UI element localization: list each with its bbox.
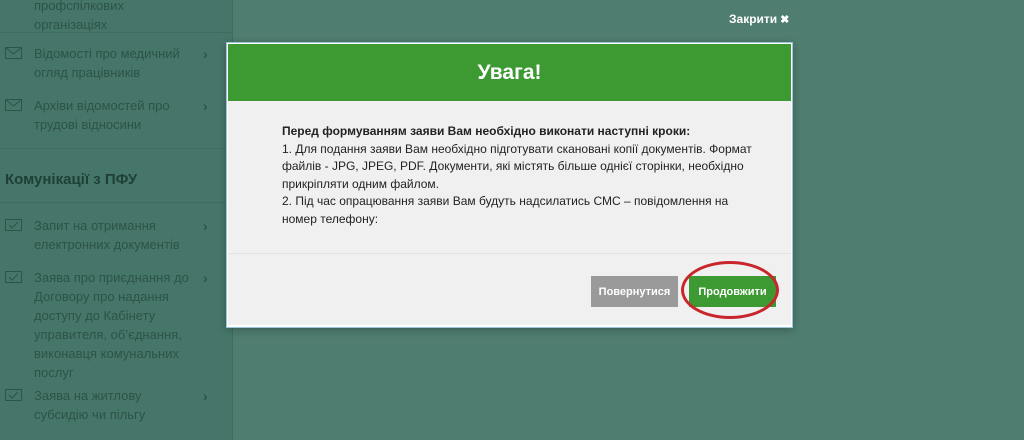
chevron-right-icon: › xyxy=(203,270,208,286)
modal-text: Перед формуванням заяви Вам необхідно ви… xyxy=(282,123,752,228)
sidebar-item-label: Запит на отримання електронних документі… xyxy=(34,218,180,252)
divider xyxy=(0,32,232,33)
chevron-right-icon: › xyxy=(203,388,208,404)
close-icon: ✖ xyxy=(780,14,790,26)
sidebar-item-label: Відомості про медичний огляд працівників xyxy=(34,46,180,80)
document-check-icon xyxy=(5,271,22,283)
document-check-icon xyxy=(5,219,22,231)
warning-modal: Увага! Перед формуванням заяви Вам необх… xyxy=(226,42,793,328)
document-check-icon xyxy=(5,389,22,401)
modal-title: Увага! xyxy=(228,44,791,101)
modal-body: Перед формуванням заяви Вам необхідно ви… xyxy=(228,101,791,325)
sidebar: профспілкових організаціях Відомості про… xyxy=(0,0,233,440)
chevron-right-icon: › xyxy=(203,98,208,114)
sidebar-item-label: профспілкових організаціях xyxy=(34,0,124,32)
modal-step-1: 1. Для подання заяви Вам необхідно підго… xyxy=(282,141,752,191)
divider xyxy=(0,148,232,149)
chevron-right-icon: › xyxy=(203,218,208,234)
envelope-icon xyxy=(5,47,22,59)
modal-lead: Перед формуванням заяви Вам необхідно ви… xyxy=(282,124,691,138)
sidebar-item-label: Заява на житлову субсидію чи пільгу xyxy=(34,388,146,422)
envelope-icon xyxy=(5,99,22,111)
close-link[interactable]: Закрити ✖ xyxy=(729,12,789,26)
divider xyxy=(0,202,232,203)
back-button[interactable]: Повернутися xyxy=(591,276,678,307)
close-link-label: Закрити xyxy=(729,12,778,26)
sidebar-item-label: Заява про приєднання до Договору про над… xyxy=(34,270,189,380)
modal-step-2: 2. Під час опрацювання заяви Вам будуть … xyxy=(282,194,729,226)
section-title: Комунікації з ПФУ xyxy=(5,171,138,188)
continue-button[interactable]: Продовжити xyxy=(689,276,776,307)
sidebar-item-label: Архіви відомостей про трудові відносини xyxy=(34,98,170,132)
divider xyxy=(228,253,791,254)
chevron-right-icon: › xyxy=(203,46,208,62)
